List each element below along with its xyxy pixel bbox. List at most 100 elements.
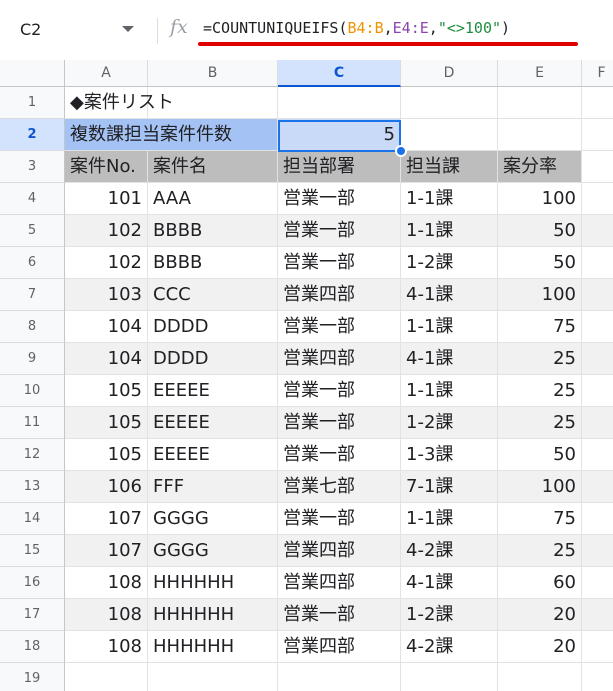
table-cell[interactable]: 50 xyxy=(498,439,582,471)
row-header-17[interactable]: 17 xyxy=(0,599,65,631)
table-cell[interactable]: 100 xyxy=(498,471,582,503)
table-cell[interactable]: 25 xyxy=(498,535,582,567)
table-cell[interactable]: 7-1課 xyxy=(401,471,498,503)
table-cell[interactable]: 営業一部 xyxy=(278,439,401,471)
table-cell[interactable]: EEEEE xyxy=(148,375,278,407)
table-cell[interactable]: 20 xyxy=(498,631,582,663)
table-cell[interactable]: 1-1課 xyxy=(401,215,498,247)
cell[interactable] xyxy=(401,119,498,151)
cell[interactable] xyxy=(582,87,613,119)
table-cell[interactable]: 1-2課 xyxy=(401,407,498,439)
table-cell[interactable]: 105 xyxy=(65,439,148,471)
table-cell[interactable]: 4-1課 xyxy=(401,279,498,311)
cell[interactable] xyxy=(582,215,613,247)
cell[interactable] xyxy=(582,503,613,535)
table-header[interactable]: 担当課 xyxy=(401,151,498,183)
cell[interactable] xyxy=(582,343,613,375)
row-header-9[interactable]: 9 xyxy=(0,343,65,375)
row-header-3[interactable]: 3 xyxy=(0,151,65,183)
table-cell[interactable]: EEEEE xyxy=(148,407,278,439)
table-cell[interactable]: 4-2課 xyxy=(401,631,498,663)
row-header-14[interactable]: 14 xyxy=(0,503,65,535)
table-cell[interactable]: 20 xyxy=(498,599,582,631)
table-cell[interactable]: 101 xyxy=(65,183,148,215)
table-cell[interactable]: 108 xyxy=(65,631,148,663)
table-cell[interactable]: 1-1課 xyxy=(401,503,498,535)
table-cell[interactable]: 107 xyxy=(65,503,148,535)
row-header-6[interactable]: 6 xyxy=(0,247,65,279)
table-cell[interactable]: 営業一部 xyxy=(278,311,401,343)
cell[interactable] xyxy=(278,87,401,119)
cell[interactable] xyxy=(582,151,613,183)
table-cell[interactable]: 1-2課 xyxy=(401,247,498,279)
column-header-f[interactable]: F xyxy=(582,60,613,87)
table-cell[interactable]: EEEEE xyxy=(148,439,278,471)
column-header-d[interactable]: D xyxy=(401,60,498,87)
row-header-8[interactable]: 8 xyxy=(0,311,65,343)
table-header[interactable]: 案分率 xyxy=(498,151,582,183)
table-cell[interactable]: HHHHHH xyxy=(148,599,278,631)
cell[interactable] xyxy=(582,183,613,215)
table-header[interactable]: 案件No. xyxy=(65,151,148,183)
table-cell[interactable]: 4-2課 xyxy=(401,535,498,567)
table-cell[interactable]: BBBB xyxy=(148,215,278,247)
cell[interactable] xyxy=(498,119,582,151)
table-cell[interactable]: HHHHHH xyxy=(148,567,278,599)
cell[interactable] xyxy=(582,471,613,503)
cell[interactable] xyxy=(401,663,498,691)
table-cell[interactable]: HHHHHH xyxy=(148,631,278,663)
row-header-12[interactable]: 12 xyxy=(0,439,65,471)
row-header-2[interactable]: 2 xyxy=(0,119,65,151)
count-value[interactable]: 5 xyxy=(278,119,401,151)
sheet-title[interactable]: ◆案件リスト xyxy=(65,87,278,119)
cell[interactable] xyxy=(582,247,613,279)
row-header-15[interactable]: 15 xyxy=(0,535,65,567)
table-cell[interactable]: 4-1課 xyxy=(401,343,498,375)
cell[interactable] xyxy=(278,663,401,691)
table-cell[interactable]: 営業一部 xyxy=(278,375,401,407)
column-header-e[interactable]: E xyxy=(498,60,582,87)
cell[interactable] xyxy=(498,663,582,691)
row-header-4[interactable]: 4 xyxy=(0,183,65,215)
table-cell[interactable]: 100 xyxy=(498,183,582,215)
cell[interactable] xyxy=(582,119,613,151)
cell[interactable] xyxy=(582,439,613,471)
table-cell[interactable]: 75 xyxy=(498,503,582,535)
table-cell[interactable]: 103 xyxy=(65,279,148,311)
table-cell[interactable]: 1-1課 xyxy=(401,183,498,215)
table-cell[interactable]: CCC xyxy=(148,279,278,311)
row-header-1[interactable]: 1 xyxy=(0,87,65,119)
table-cell[interactable]: 営業一部 xyxy=(278,215,401,247)
table-cell[interactable]: 営業一部 xyxy=(278,407,401,439)
table-cell[interactable]: 105 xyxy=(65,407,148,439)
cell[interactable] xyxy=(401,87,498,119)
table-cell[interactable]: 104 xyxy=(65,343,148,375)
cell[interactable] xyxy=(582,631,613,663)
table-cell[interactable]: GGGG xyxy=(148,503,278,535)
table-cell[interactable]: 25 xyxy=(498,407,582,439)
table-cell[interactable]: 107 xyxy=(65,535,148,567)
fill-handle[interactable] xyxy=(395,145,407,157)
table-cell[interactable]: 102 xyxy=(65,247,148,279)
table-cell[interactable]: DDDD xyxy=(148,311,278,343)
row-header-13[interactable]: 13 xyxy=(0,471,65,503)
cell[interactable] xyxy=(582,599,613,631)
cell[interactable] xyxy=(582,311,613,343)
table-cell[interactable]: 営業一部 xyxy=(278,503,401,535)
table-cell[interactable]: 営業四部 xyxy=(278,279,401,311)
cell[interactable] xyxy=(65,663,148,691)
row-header-19[interactable]: 19 xyxy=(0,663,65,691)
column-header-b[interactable]: B xyxy=(148,60,278,87)
cell[interactable] xyxy=(148,663,278,691)
table-cell[interactable]: 営業一部 xyxy=(278,247,401,279)
cell[interactable] xyxy=(582,663,613,691)
cell[interactable] xyxy=(498,87,582,119)
select-all-corner[interactable] xyxy=(0,60,65,87)
table-cell[interactable]: 102 xyxy=(65,215,148,247)
table-cell[interactable]: 営業七部 xyxy=(278,471,401,503)
cell[interactable] xyxy=(582,535,613,567)
row-header-5[interactable]: 5 xyxy=(0,215,65,247)
row-header-10[interactable]: 10 xyxy=(0,375,65,407)
table-cell[interactable]: 25 xyxy=(498,343,582,375)
table-cell[interactable]: 営業四部 xyxy=(278,631,401,663)
